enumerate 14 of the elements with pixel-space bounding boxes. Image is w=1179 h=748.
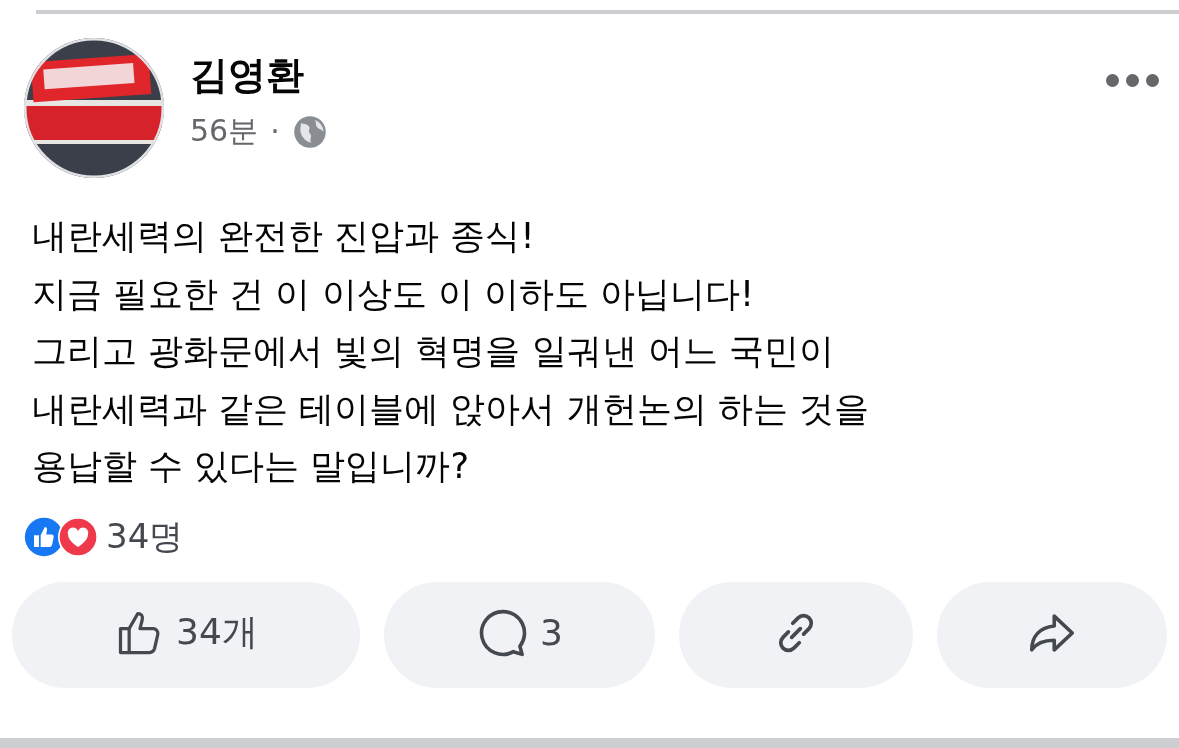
reaction-count[interactable]: 34명 (106, 513, 184, 560)
comment-button[interactable]: 3 (384, 581, 655, 688)
post-text-line: 내란세력의 완전한 진압과 종식! (32, 215, 535, 258)
like-button[interactable]: 34개 (12, 581, 360, 688)
post-time[interactable]: 56분 (190, 111, 259, 152)
more-options-icon[interactable] (1106, 74, 1159, 87)
love-reaction-icon (58, 516, 98, 557)
post-text-line: 그리고 광화문에서 빛의 혁명을 일궈낸 어느 국민이 (32, 330, 834, 373)
globe-icon (291, 113, 328, 150)
separator: · (270, 114, 280, 149)
post-text-line: 용납할 수 있다는 말입니까? (32, 445, 469, 488)
author-name[interactable]: 김영환 (190, 50, 304, 101)
post-text-line: 내란세력과 같은 테이블에 앉아서 개헌논의 하는 것을 (32, 387, 869, 431)
post-text-line: 지금 필요한 건 이 이상도 이 이하도 아닙니다! (32, 272, 754, 316)
